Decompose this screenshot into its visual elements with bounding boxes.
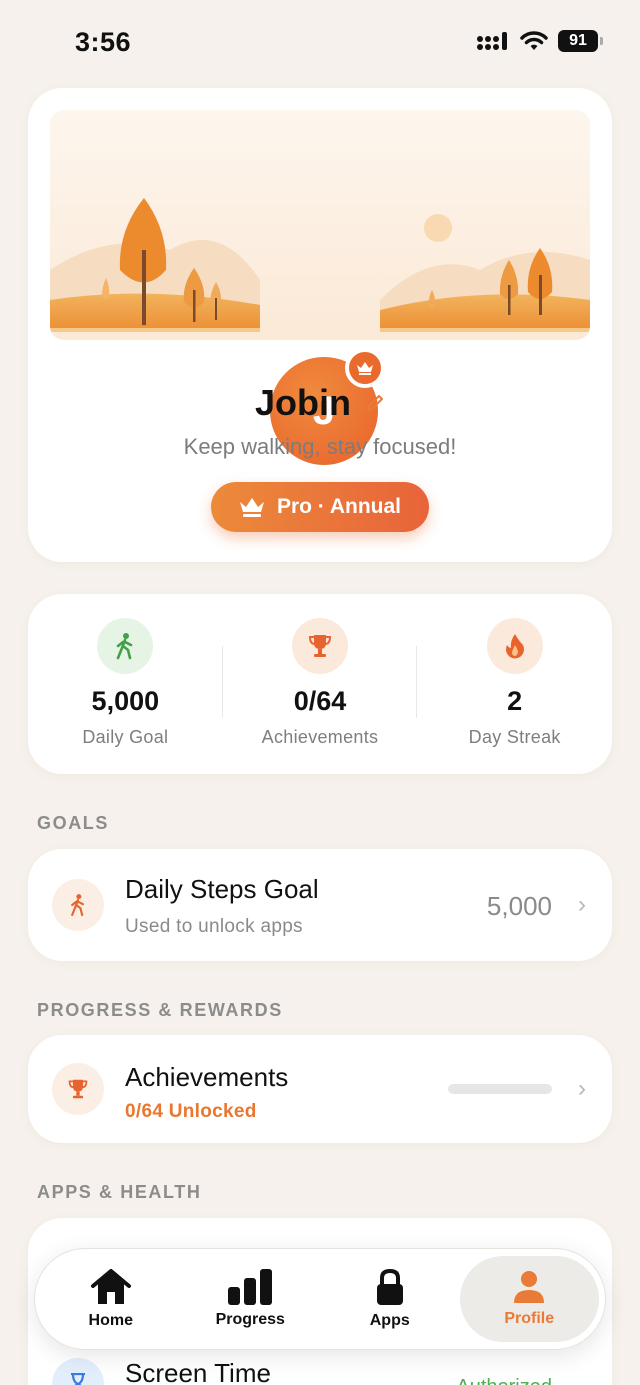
stat-day-streak: 2 Day Streak	[417, 594, 612, 774]
status-bar: 3:56 91	[0, 0, 640, 86]
row-title: Daily Steps Goal	[125, 874, 319, 904]
stat-label: Day Streak	[468, 727, 561, 747]
crown-icon	[239, 498, 264, 517]
stat-icon-container	[292, 618, 348, 674]
stat-achievements: 0/64 Achievements	[223, 594, 418, 774]
stat-daily-goal: 5,000 Daily Goal	[28, 594, 223, 774]
stat-label: Daily Goal	[82, 727, 169, 747]
profile-card: J Jobin Keep walking, stay focused! Pro …	[28, 88, 612, 562]
achievements-row[interactable]: Achievements 0/64 Unlocked ›	[28, 1035, 612, 1143]
achievements-progress-bar	[448, 1084, 552, 1094]
chevron-right-icon: ›	[578, 1075, 586, 1102]
pro-plan-button[interactable]: Pro · Annual	[211, 482, 429, 532]
row-icon-container	[52, 879, 104, 931]
authorization-status: Authorized	[456, 1376, 552, 1385]
walking-icon	[71, 894, 85, 917]
stat-value: 2	[507, 686, 523, 716]
profile-tagline: Keep walking, stay focused!	[183, 434, 457, 459]
tab-profile[interactable]: Profile	[459, 1256, 599, 1342]
stat-icon-container	[486, 618, 543, 674]
section-title-progress-rewards: PROGRESS & REWARDS	[37, 1000, 283, 1020]
trophy-icon	[68, 1079, 88, 1099]
chevron-right-icon: ›	[578, 891, 586, 918]
row-icon-container	[52, 1063, 104, 1115]
tab-label: Progress	[215, 1311, 285, 1328]
person-icon	[514, 1271, 545, 1303]
section-title-apps-health: APPS & HEALTH	[37, 1182, 202, 1202]
tab-label: Home	[88, 1312, 133, 1329]
stat-value: 0/64	[293, 686, 347, 716]
stat-label: Achievements	[261, 727, 379, 747]
row-subtitle: Used to unlock apps	[125, 916, 303, 937]
home-icon	[90, 1269, 131, 1304]
flame-icon	[505, 634, 524, 659]
walking-icon	[117, 633, 133, 660]
trophy-icon	[308, 635, 332, 657]
crown-icon	[357, 362, 373, 375]
status-icons: 91	[476, 30, 603, 52]
tab-home[interactable]: Home	[41, 1256, 181, 1342]
profile-name-row: Jobin	[28, 382, 612, 424]
stats-card: 5,000 Daily Goal 0/64 Achievements 2 Day…	[28, 594, 612, 774]
bar-chart-icon	[228, 1269, 273, 1305]
edit-pencil-icon[interactable]	[365, 393, 385, 413]
pro-plan-label: Pro · Annual	[276, 495, 402, 518]
daily-steps-goal-row[interactable]: Daily Steps Goal Used to unlock apps 5,0…	[28, 849, 612, 961]
row-title[interactable]: Screen Time	[125, 1358, 271, 1385]
battery-indicator: 91	[558, 30, 603, 52]
tab-label: Profile	[504, 1310, 555, 1327]
row-subtitle: 0/64 Unlocked	[125, 1101, 257, 1122]
section-title-goals: GOALS	[37, 813, 110, 833]
stat-icon-container	[97, 618, 154, 674]
status-time: 3:56	[75, 27, 132, 57]
row-title: Achievements	[125, 1062, 289, 1092]
tab-progress[interactable]: Progress	[181, 1256, 321, 1342]
tab-bar: Home Progress Apps Profile	[34, 1248, 606, 1350]
wifi-icon	[520, 31, 548, 50]
tab-apps[interactable]: Apps	[320, 1256, 460, 1342]
row-icon-container	[52, 1358, 104, 1385]
landscape-illustration	[50, 110, 590, 340]
hourglass-icon	[71, 1373, 85, 1385]
signal-icon	[477, 32, 507, 50]
stat-value: 5,000	[91, 686, 160, 716]
lock-icon	[376, 1268, 403, 1305]
row-value: 5,000	[486, 891, 552, 921]
profile-name: Jobin	[255, 382, 351, 423]
tab-label: Apps	[369, 1312, 410, 1329]
